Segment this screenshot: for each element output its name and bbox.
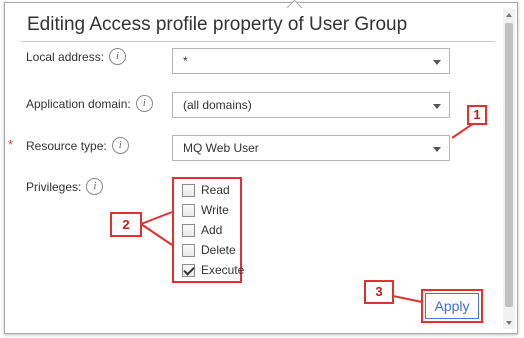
local-address-label: Local address: (26, 49, 105, 64)
scroll-up-icon[interactable] (506, 13, 512, 17)
chevron-down-icon (433, 60, 441, 65)
chevron-down-icon (433, 104, 441, 109)
callout-3: 3 (364, 280, 394, 304)
privilege-delete[interactable]: Delete (182, 243, 236, 257)
privilege-write[interactable]: Write (182, 203, 229, 217)
resource-type-select[interactable]: MQ Web User (172, 135, 450, 161)
delete-checkbox[interactable] (182, 243, 195, 257)
application-domain-select[interactable]: (all domains) (172, 92, 450, 118)
callout-1: 1 (467, 105, 487, 125)
privileges-label-group: Privileges: i (26, 178, 104, 195)
resource-type-label-group: Resource type: i (26, 137, 129, 154)
privilege-label: Write (201, 203, 229, 217)
local-address-select[interactable]: * (172, 48, 450, 74)
privilege-read[interactable]: Read (182, 183, 230, 197)
write-checkbox[interactable] (182, 203, 195, 217)
privileges-highlight-box: Read Write Add Delete Execute (172, 177, 244, 283)
privilege-label: Execute (201, 263, 245, 277)
apply-button[interactable]: Apply (425, 293, 479, 319)
info-icon[interactable]: i (109, 48, 127, 65)
privilege-label: Add (201, 223, 223, 237)
info-icon[interactable]: i (111, 137, 129, 154)
info-icon[interactable]: i (135, 95, 153, 112)
required-marker: * (8, 137, 14, 152)
local-address-value: * (183, 54, 188, 68)
application-domain-label-group: Application domain: i (26, 95, 153, 112)
callout-2: 2 (110, 212, 142, 237)
privileges-label: Privileges: (26, 179, 82, 194)
apply-highlight-box: Apply (421, 289, 483, 323)
privilege-add[interactable]: Add (182, 223, 222, 237)
resource-type-value: MQ Web User (183, 141, 259, 155)
chevron-down-icon (433, 147, 441, 152)
vertical-scrollbar[interactable] (503, 9, 515, 329)
scroll-down-icon[interactable] (506, 321, 512, 325)
add-checkbox[interactable] (182, 223, 195, 237)
application-domain-value: (all domains) (183, 98, 252, 112)
execute-checkbox[interactable] (182, 263, 195, 277)
info-icon[interactable]: i (86, 178, 104, 195)
scrollbar-thumb[interactable] (505, 23, 513, 307)
local-address-label-group: Local address: i (26, 48, 127, 65)
dialog-pointer (286, 0, 303, 16)
title-divider (21, 41, 495, 42)
resource-type-label: Resource type: (26, 138, 107, 153)
privilege-label: Delete (201, 243, 236, 257)
dialog-title: Editing Access profile property of User … (27, 14, 408, 35)
application-domain-label: Application domain: (26, 96, 131, 111)
privilege-execute[interactable]: Execute (182, 263, 244, 277)
read-checkbox[interactable] (182, 183, 195, 197)
privilege-label: Read (201, 183, 230, 197)
